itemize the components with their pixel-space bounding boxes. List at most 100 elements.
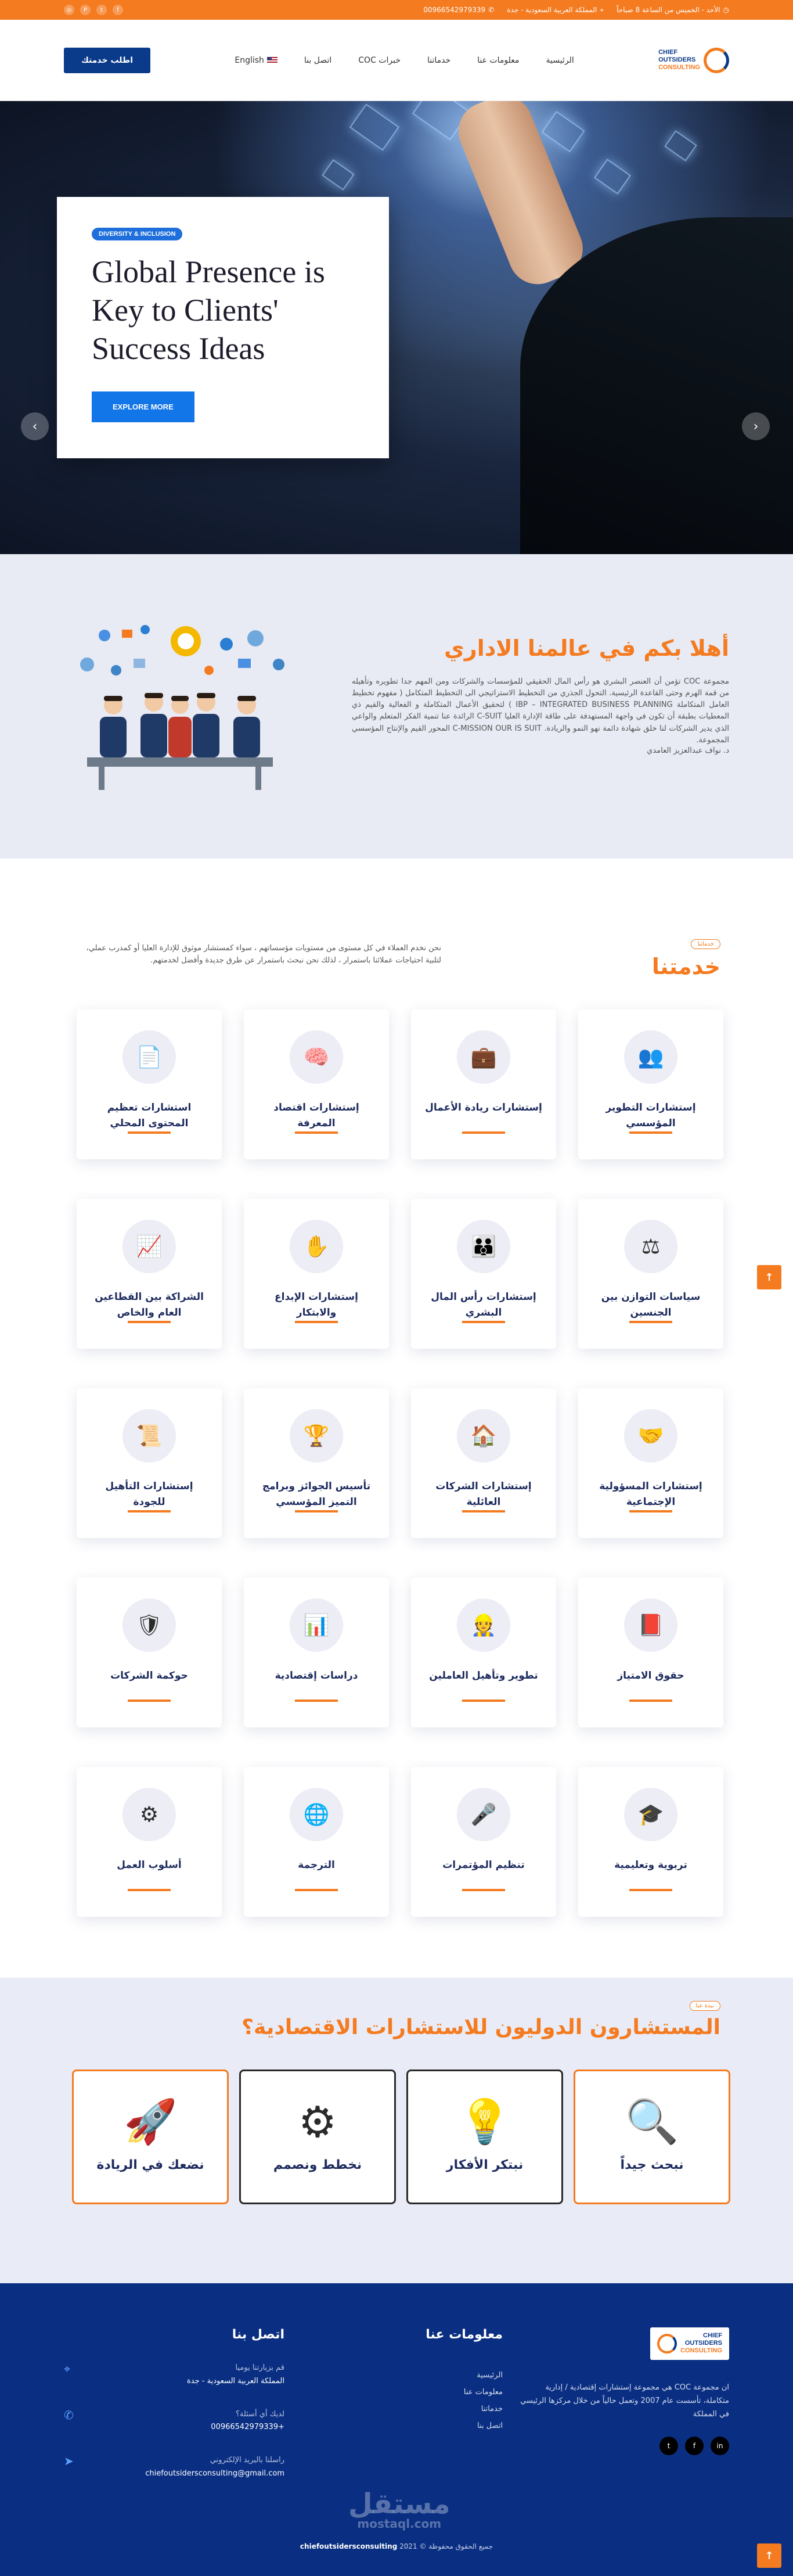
service-card[interactable]: 🤝 إستشارات المسؤولية الإجتماعية [578, 1388, 723, 1538]
footer-links-title: معلومات عنا [426, 2327, 503, 2342]
step-card[interactable]: 💡 نبتكر الأفكار [406, 2070, 563, 2204]
contact-email[interactable]: راسلنا بالبريد الإلكتروني chiefoutsidersc… [64, 2454, 284, 2481]
process-steps: 🔍 نبحث جيداً 💡 نبتكر الأفكار ⚙ نخطط ونصمم 🚀… [64, 2070, 730, 2204]
footer-social: in f t [520, 2436, 729, 2455]
pinterest-icon[interactable]: P [80, 5, 91, 15]
request-service-button[interactable]: اطلب خدمتك [64, 47, 150, 73]
facebook-icon[interactable]: f [113, 5, 123, 15]
copyright: جميع الحقوق محفوظة © 2021 chiefoutsiders… [300, 2542, 493, 2550]
consultants-pill: نبذة عنا [689, 2001, 720, 2011]
hero-card: DIVERSITY & INCLUSION Global Presence is… [57, 197, 389, 458]
location-pin-icon: ⌖ [600, 5, 604, 14]
linkedin-icon[interactable]: in [711, 2436, 729, 2455]
service-card[interactable]: 📜 إستشارات التأهيل للجودة [77, 1388, 222, 1538]
hand-idea-icon: ✋ [290, 1220, 343, 1273]
workforce-icon: 👷 [457, 1598, 510, 1652]
nav-contact[interactable]: اتصل بنا [304, 56, 331, 65]
service-card[interactable]: ⚙ أسلوب العمل [77, 1767, 222, 1917]
nav-experience[interactable]: خبرات COC [358, 56, 401, 65]
consultants-section: نبذة عنا المستشارون الدوليون للاستشارات … [0, 1978, 793, 2283]
service-card[interactable]: 🎓 تربوية وتعليمية [578, 1767, 723, 1917]
consultants-title: المستشارون الدوليون للاستشارات الاقتصادي… [241, 2015, 720, 2039]
scroll-to-top-arrow-icon[interactable]: ↑ [757, 2543, 781, 2568]
contact-phone[interactable]: لديك أي أسئلة؟ +00966542979339 ✆ [64, 2408, 284, 2435]
social-icon: 🤝 [624, 1409, 677, 1463]
service-card[interactable]: 🏆 تأسيس الجوائز وبرامج التميز المؤسسي [244, 1388, 389, 1538]
clock-icon: ◷ [723, 6, 729, 14]
footer-link-about[interactable]: معلومات عنا [426, 2388, 503, 2397]
phone-icon: ✆ [488, 6, 495, 14]
business-meeting-illustration [80, 625, 284, 790]
team-icon: 👥 [624, 1030, 677, 1084]
language-switch[interactable]: English [235, 56, 277, 65]
balance-icon: ⚖ [624, 1220, 677, 1273]
twitter-icon[interactable]: t [96, 5, 107, 15]
rocket-icon: 🚀 [123, 2097, 178, 2147]
footer-logo[interactable]: CHIEF OUTSIDERS CONSULTING [650, 2327, 729, 2360]
lightbulb-icon: 💡 [457, 2097, 512, 2147]
facebook-icon[interactable]: f [685, 2436, 704, 2455]
us-flag-icon [266, 56, 277, 64]
service-card[interactable]: 🧠 إستشارات اقتصاد المعرفة [244, 1009, 389, 1159]
step-card[interactable]: ⚙ نخطط ونصمم [239, 2070, 396, 2204]
footer-contact-title: اتصل بنا [232, 2327, 284, 2342]
instagram-icon[interactable]: ◎ [64, 5, 74, 15]
logo-line-2: OUTSIDERS [658, 56, 696, 63]
hero-slider: DIVERSITY & INCLUSION Global Presence is… [0, 101, 793, 554]
hero-title: Global Presence is Key to Clients' Succe… [92, 254, 325, 366]
twitter-icon[interactable]: t [659, 2436, 678, 2455]
service-card[interactable]: 👥 إستشارات التطوير المؤسسي [578, 1009, 723, 1159]
slider-prev-arrow-icon[interactable]: ‹ [21, 412, 49, 440]
nav-services[interactable]: خدماتنا [427, 56, 450, 65]
service-card[interactable]: 📄 استشارات تعظيم المحتوى المحلي [77, 1009, 222, 1159]
service-card[interactable]: ✋ إستشارات الإبداع والابتكار [244, 1199, 389, 1349]
footer-link-services[interactable]: خدماتنا [426, 2405, 503, 2413]
welcome-section: أهلا بكم في عالمنا الاداري مجموعة COC تؤ… [0, 554, 793, 858]
service-card[interactable]: ⚖ سياسات التوازن بين الجنسين [578, 1199, 723, 1349]
logo-line-1: CHIEF [658, 48, 678, 56]
work-method-icon: ⚙ [122, 1788, 176, 1841]
welcome-text: أهلا بكم في عالمنا الاداري مجموعة COC تؤ… [352, 635, 729, 755]
slider-next-arrow-icon[interactable]: › [742, 412, 770, 440]
service-card[interactable]: 🎤 تنظيم المؤتمرات [411, 1767, 556, 1917]
quality-certificate-icon: 📜 [122, 1409, 176, 1463]
phone-icon: ✆ [64, 2408, 74, 2422]
services-pill: خدماتنا [691, 939, 720, 949]
site-logo[interactable]: CHIEF OUTSIDERS CONSULTING [658, 47, 729, 73]
topbar-social: ◎ P t f [64, 5, 123, 15]
family-business-icon: 🏠 [457, 1409, 510, 1463]
step-card[interactable]: 🚀 نضعك في الريادة [72, 2070, 229, 2204]
education-icon: 🎓 [624, 1788, 677, 1841]
nav-home[interactable]: الرئيسية [546, 56, 574, 65]
site-header: اطلب خدمتك الرئيسية معلومات عنا خدماتنا … [0, 20, 793, 101]
footer-link-contact[interactable]: اتصل بنا [426, 2421, 503, 2430]
logo-mark-icon [703, 47, 729, 73]
step-card[interactable]: 🔍 نبحث جيداً [574, 2070, 730, 2204]
footer-link-home[interactable]: الرئيسية [426, 2371, 503, 2380]
service-card[interactable]: 📕 حقوق الامتياز [578, 1578, 723, 1727]
service-card[interactable]: 👪 إستشارات رأس المال البشري [411, 1199, 556, 1349]
service-card[interactable]: 👷 تطوير وتأهيل العاملين [411, 1578, 556, 1727]
entrepreneur-icon: 💼 [457, 1030, 510, 1084]
scroll-to-top-arrow-icon[interactable]: ↑ [757, 1265, 781, 1289]
service-card[interactable]: 💼 إستشارات ريادة الأعمال [411, 1009, 556, 1159]
logo-line-3: CONSULTING [658, 64, 700, 71]
service-card[interactable]: 📊 دراسات إقتصادية [244, 1578, 389, 1727]
translation-icon: 🌐 [290, 1788, 343, 1841]
service-card[interactable]: 🏠 إستشارات الشركات العائلية [411, 1388, 556, 1538]
nav-about[interactable]: معلومات عنا [477, 56, 519, 65]
service-card[interactable]: 🌐 الترجمة [244, 1767, 389, 1917]
service-card[interactable]: 🛡 حوكمة الشركات [77, 1578, 222, 1727]
topbar-phone[interactable]: ✆ 00966542979339 [423, 6, 494, 15]
explore-more-button[interactable]: EXPLORE MORE [92, 391, 194, 422]
people-icon: 👪 [457, 1220, 510, 1273]
services-intro: نحن نخدم العملاء في كل مستوى من مستويات … [86, 944, 441, 965]
site-footer: CHIEF OUTSIDERS CONSULTING ان مجموعة COC… [0, 2283, 793, 2576]
service-card[interactable]: 📈 الشراكة بين القطاعين العام والخاص [77, 1199, 222, 1349]
topbar-info: ◷ الأحد - الخميس من الساعة 8 صباحاً ⌖ المم… [423, 6, 729, 15]
gears-icon: ⚙ [298, 2097, 337, 2147]
footer-about: ان مجموعة COC هي مجموعة إستشارات إقتصادي… [520, 2383, 729, 2419]
governance-icon: 🛡 [122, 1598, 176, 1652]
services-title: خدمتنا [651, 954, 720, 979]
services-heading: خدماتنا خدمتنا [652, 937, 720, 979]
